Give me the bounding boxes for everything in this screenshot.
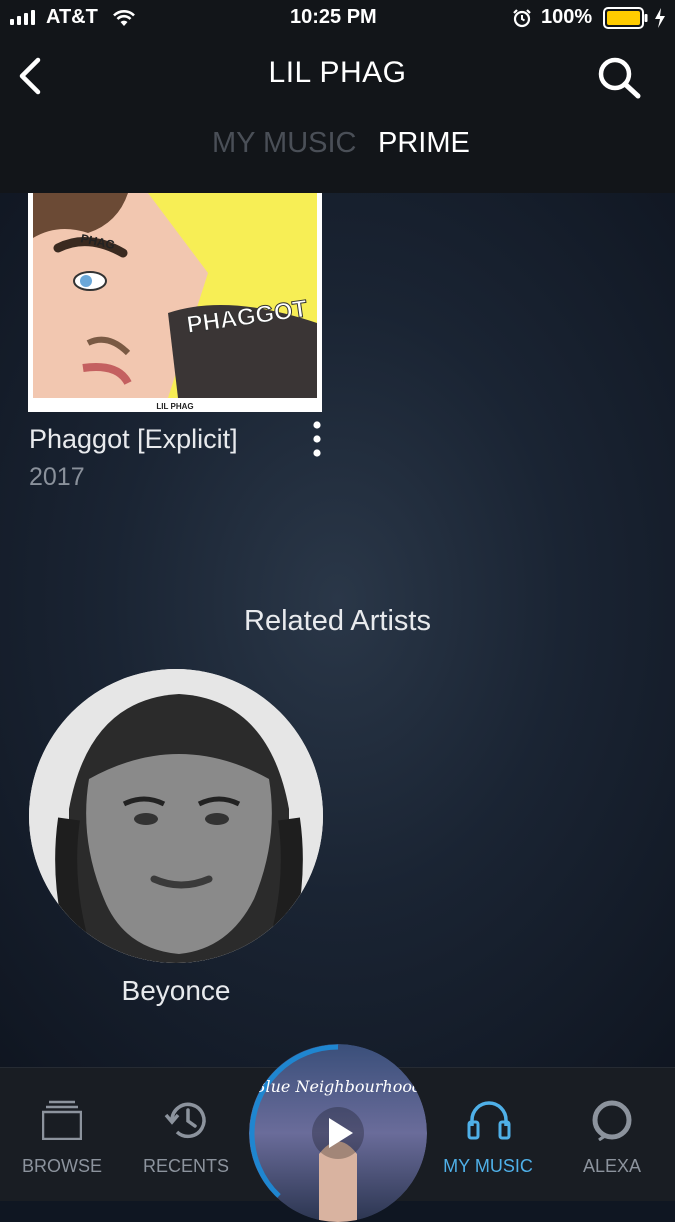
page-title: LIL PHAG (268, 56, 407, 89)
battery-percent: 100% (541, 6, 593, 28)
artist-photo[interactable] (29, 669, 323, 963)
nav-label-my-music[interactable]: MY MUSIC (423, 1156, 553, 1177)
artist-name[interactable]: Beyonce (29, 975, 323, 1007)
browse-icon[interactable] (42, 1100, 82, 1140)
nav-label-recents[interactable]: RECENTS (121, 1156, 251, 1177)
album-year: 2017 (29, 463, 85, 491)
signal-strength-icon (10, 10, 35, 25)
wifi-icon (113, 10, 135, 26)
album-art-caption: LIL PHAG (156, 402, 193, 411)
search-icon[interactable] (596, 56, 642, 100)
headphones-icon[interactable] (466, 1098, 512, 1140)
related-artists-heading: Related Artists (244, 605, 431, 637)
now-playing-button[interactable]: Blue Neighbourhood (249, 1044, 427, 1222)
album-title[interactable]: Phaggot [Explicit] (29, 424, 238, 455)
carrier-label: AT&T (46, 6, 98, 28)
nav-label-browse[interactable]: BROWSE (0, 1156, 127, 1177)
alexa-icon[interactable] (591, 1099, 633, 1141)
album-cover[interactable]: PHAG PHAGGOT LIL PHAG (28, 193, 322, 412)
now-playing-art-text: Blue Neighbourhood (253, 1077, 423, 1096)
nav-label-alexa[interactable]: ALEXA (547, 1156, 675, 1177)
status-time: 10:25 PM (290, 6, 377, 28)
charging-bolt-icon (655, 8, 665, 28)
tab-my-music[interactable]: MY MUSIC (212, 127, 356, 160)
tab-prime[interactable]: PRIME (378, 127, 470, 160)
more-options-icon[interactable] (306, 420, 328, 460)
alarm-icon (513, 9, 531, 28)
recents-icon[interactable] (164, 1099, 210, 1141)
battery-icon (603, 7, 648, 29)
